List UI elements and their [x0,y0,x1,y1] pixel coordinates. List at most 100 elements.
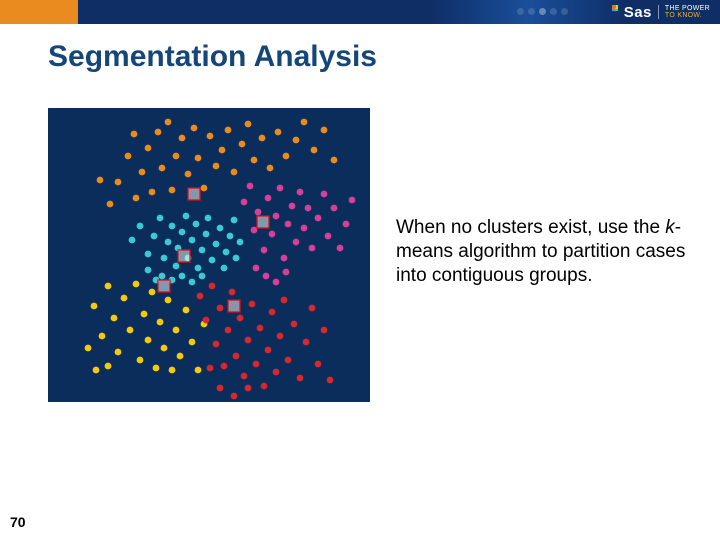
data-point [137,357,144,364]
cluster-seed-icon [188,188,200,200]
data-point [179,229,186,236]
data-point [277,185,284,192]
data-point [281,255,288,262]
data-point [157,215,164,222]
data-point [265,347,272,354]
data-point [199,247,206,254]
data-point [213,163,220,170]
data-point [301,119,308,126]
data-point [139,169,146,176]
data-point [281,297,288,304]
data-point [251,157,258,164]
data-point [201,185,208,192]
data-point [209,257,216,264]
data-point [289,203,296,210]
data-point [121,295,128,302]
data-point [267,165,274,172]
data-point [265,195,272,202]
data-point [315,361,322,368]
data-point [285,357,292,364]
data-point [327,377,334,384]
data-point [305,205,312,212]
data-point [125,153,132,160]
data-point [203,231,210,238]
data-point [225,327,232,334]
data-point [183,307,190,314]
data-point [273,213,280,220]
data-point [315,215,322,222]
page-number: 70 [10,514,26,530]
data-point [247,183,254,190]
data-point [303,339,310,346]
data-point [131,131,138,138]
data-point [213,341,220,348]
data-point [283,153,290,160]
data-point [173,153,180,160]
data-point [331,157,338,164]
data-point [241,199,248,206]
data-point [255,209,262,216]
data-point [291,321,298,328]
data-point [263,273,270,280]
data-point [107,201,114,208]
data-point [115,179,122,186]
data-point [133,281,140,288]
data-point [207,133,214,140]
data-point [293,137,300,144]
data-point [183,213,190,220]
data-point [223,249,230,256]
data-point [261,383,268,390]
data-point [199,273,206,280]
data-point [161,255,168,262]
data-point [127,327,134,334]
data-point [157,319,164,326]
data-point [209,283,216,290]
data-point [115,349,122,356]
data-point [149,289,156,296]
cluster-plot [48,108,370,402]
data-point [173,263,180,270]
data-point [349,197,356,204]
data-point [207,365,214,372]
data-point [231,393,238,400]
data-point [227,233,234,240]
data-point [273,279,280,286]
divider-icon [658,5,659,19]
data-point [269,309,276,316]
globe-icon [612,5,618,11]
data-point [261,247,268,254]
data-point [165,239,172,246]
data-point [285,221,292,228]
top-banner: Sas THE POWER TO KNOW. [0,0,720,24]
data-point [343,221,350,228]
data-point [253,361,260,368]
data-point [217,305,224,312]
data-point [145,267,152,274]
data-point [195,367,202,374]
slide: Sas THE POWER TO KNOW. Segmentation Anal… [0,0,720,540]
data-point [137,223,144,230]
data-point [309,245,316,252]
data-point [321,191,328,198]
data-point [249,301,256,308]
cluster-seed-icon [158,280,170,292]
data-point [229,289,236,296]
data-point [105,363,112,370]
data-point [195,265,202,272]
data-point [311,147,318,154]
data-point [145,337,152,344]
data-point [217,385,224,392]
body-text: When no clusters exist, use the k-means … [396,216,696,287]
data-point [179,273,186,280]
data-point [93,367,100,374]
data-point [129,237,136,244]
data-point [231,169,238,176]
data-point [233,255,240,262]
data-point [179,135,186,142]
data-point [217,225,224,232]
brand-logo: Sas THE POWER TO KNOW. [612,0,710,24]
data-point [321,127,328,134]
data-point [111,315,118,322]
data-point [293,239,300,246]
data-point [205,215,212,222]
